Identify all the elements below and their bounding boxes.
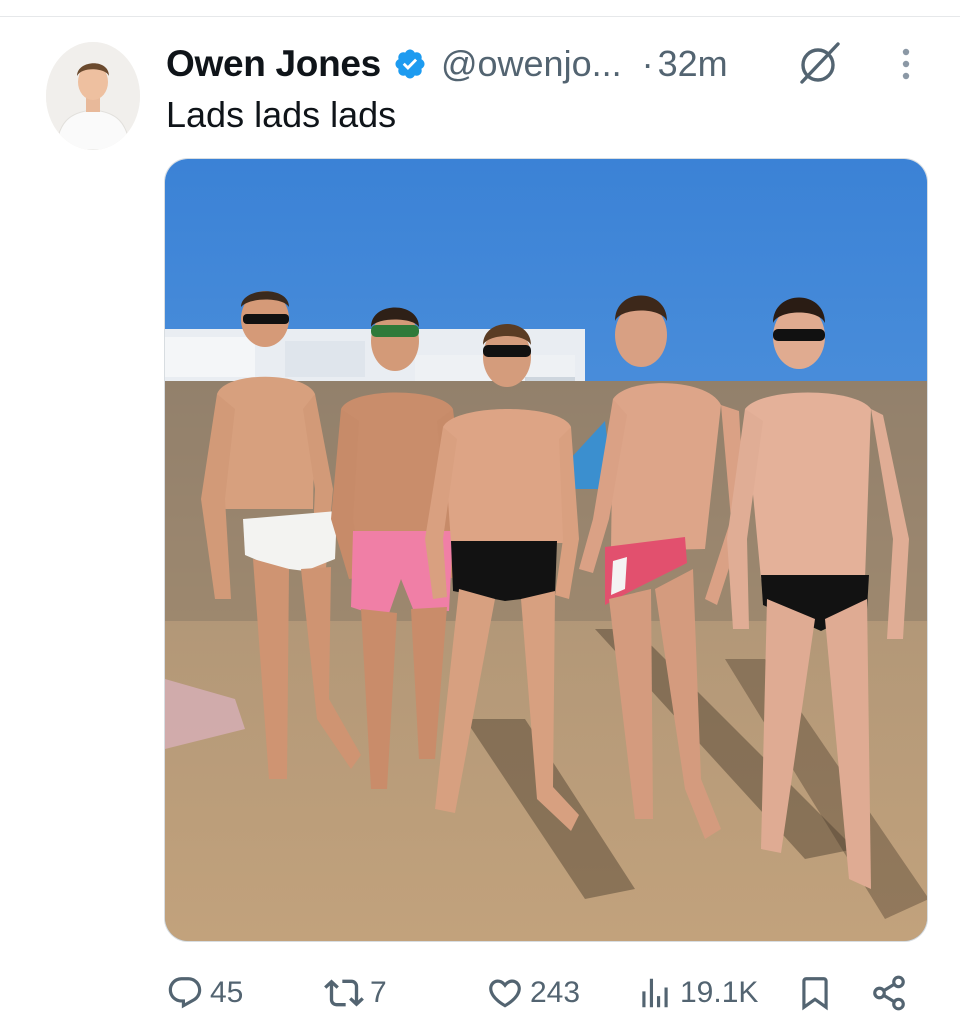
repost-button[interactable]: 7	[324, 968, 387, 1018]
top-divider	[0, 16, 960, 17]
more-options-icon[interactable]	[892, 44, 920, 84]
beach-photo-image	[165, 159, 927, 941]
like-button[interactable]: 243	[486, 968, 580, 1018]
author-name[interactable]: Owen Jones	[166, 43, 381, 85]
share-icon	[873, 975, 905, 1011]
avatar[interactable]	[46, 42, 140, 150]
share-button[interactable]	[870, 968, 908, 1018]
verified-badge-icon	[393, 47, 427, 81]
grok-icon[interactable]	[794, 38, 844, 88]
views-count: 19.1K	[680, 976, 759, 1009]
reply-icon	[168, 977, 202, 1009]
tweet-header: Owen Jones @owenjo... · 32m	[166, 40, 728, 88]
views-icon	[642, 978, 668, 1008]
separator-dot: ·	[641, 43, 654, 84]
avatar-image	[46, 42, 140, 150]
bookmark-button[interactable]	[796, 968, 834, 1018]
tweet-action-bar: 45 7 243 19.1K	[0, 968, 960, 1018]
tweet-text: Lads lads lads	[166, 94, 397, 135]
like-icon	[489, 979, 521, 1008]
tweet-photo[interactable]	[164, 158, 928, 942]
repost-count: 7	[370, 976, 387, 1009]
reply-button[interactable]: 45	[166, 968, 243, 1018]
repost-icon	[324, 979, 364, 1007]
bookmark-icon	[802, 977, 828, 1011]
author-handle[interactable]: @owenjo...	[441, 43, 622, 85]
like-count: 243	[530, 976, 581, 1009]
timestamp[interactable]: 32m	[658, 43, 728, 85]
views-button[interactable]: 19.1K	[636, 968, 758, 1018]
reply-count: 45	[210, 976, 244, 1009]
